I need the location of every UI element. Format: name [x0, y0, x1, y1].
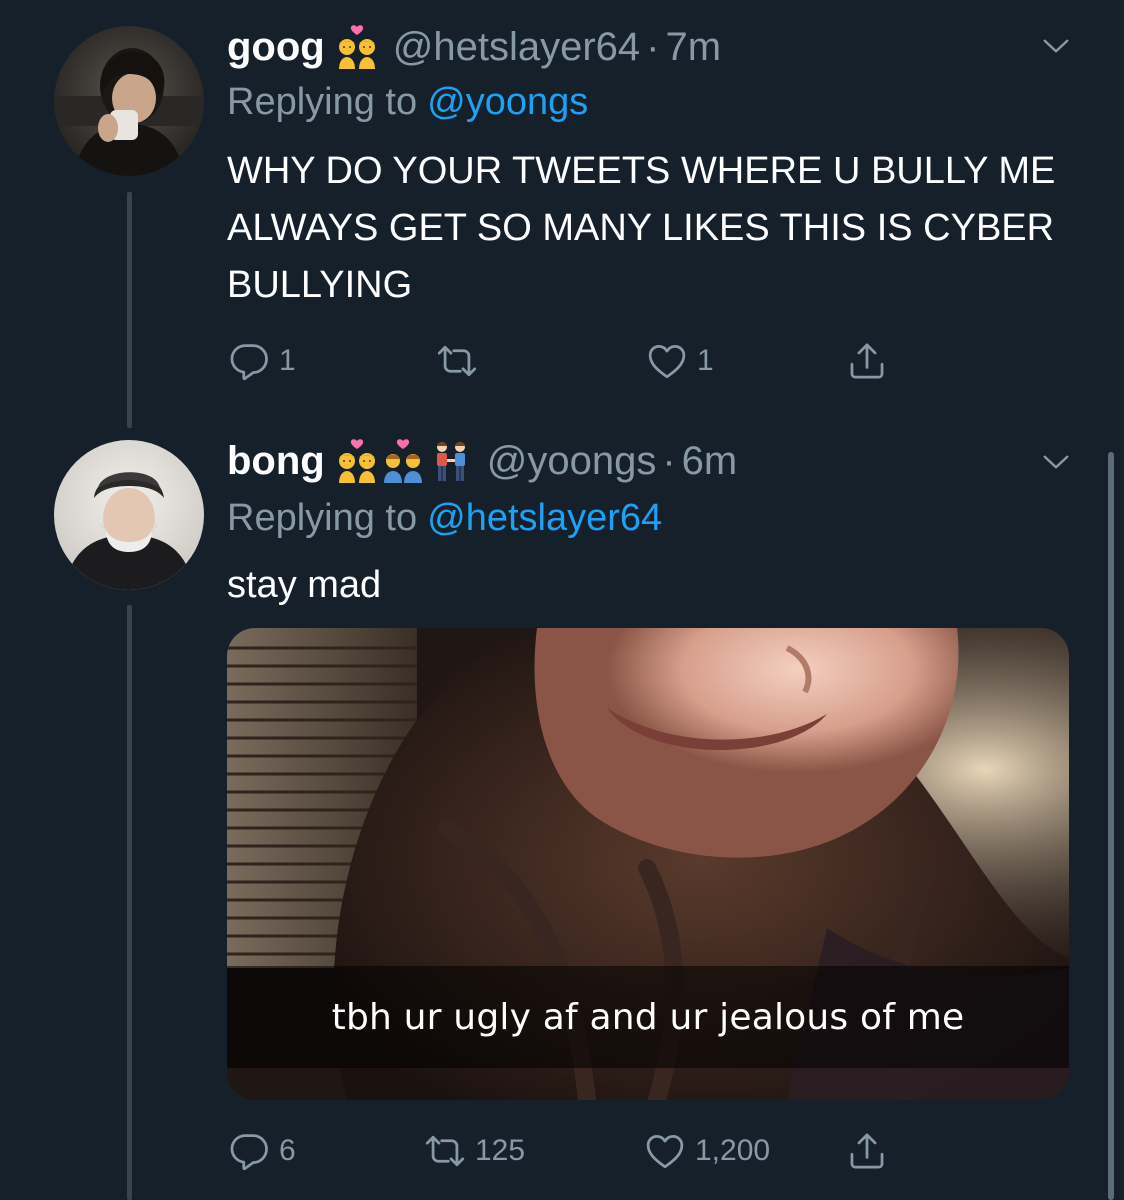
reply-count: 1	[279, 344, 296, 377]
action-bar: 6 125 1,200	[227, 1126, 927, 1176]
tweet-media[interactable]: tbh ur ugly af and ur jealous of me	[227, 628, 1069, 1100]
reply-icon	[227, 1129, 271, 1173]
two-men-holding-hands-emoji	[429, 439, 473, 483]
share-button[interactable]	[845, 1126, 889, 1176]
retweet-icon	[423, 1129, 467, 1173]
replying-to: Replying to @yoongs	[227, 78, 588, 126]
display-name[interactable]: goog	[227, 22, 325, 72]
like-count: 1	[697, 344, 714, 377]
reply-icon	[227, 339, 271, 383]
scrollbar[interactable]	[1108, 452, 1114, 1200]
mention-link[interactable]: @hetslayer64	[427, 497, 662, 539]
retweet-button[interactable]	[435, 336, 487, 386]
separator-dot: ·	[646, 25, 660, 69]
user-handle[interactable]: @yoongs	[487, 436, 657, 486]
display-name[interactable]: bong	[227, 436, 325, 486]
replying-prefix: Replying to	[227, 497, 418, 539]
media-caption-bar: tbh ur ugly af and ur jealous of me	[227, 966, 1069, 1068]
replying-to: Replying to @hetslayer64	[227, 494, 662, 542]
like-count: 1,200	[695, 1134, 771, 1167]
timestamp[interactable]: 7m	[665, 22, 721, 72]
tweet-text: WHY DO YOUR TWEETS WHERE U BULLY ME ALWA…	[227, 150, 1056, 306]
couple-with-heart-woman-woman-emoji	[335, 25, 379, 69]
reply-count: 6	[279, 1134, 296, 1167]
avatar-photo	[54, 26, 204, 176]
retweet-icon	[435, 339, 479, 383]
tweet-text: stay mad	[227, 564, 382, 606]
heart-icon	[643, 1129, 687, 1173]
couple-with-heart-man-man-emoji	[381, 439, 425, 483]
avatar[interactable]	[54, 440, 204, 590]
timestamp[interactable]: 6m	[682, 436, 738, 486]
reply-button[interactable]: 6	[227, 1126, 296, 1176]
action-bar: 1 1	[227, 336, 927, 386]
share-icon	[845, 339, 889, 383]
separator-dot: ·	[662, 439, 676, 483]
retweet-count: 125	[475, 1134, 526, 1167]
chevron-down-icon[interactable]	[1038, 28, 1074, 64]
mention-link[interactable]: @yoongs	[427, 81, 588, 123]
user-handle[interactable]: @hetslayer64	[393, 22, 640, 72]
avatar-photo	[54, 440, 204, 590]
share-icon	[845, 1129, 889, 1173]
share-button[interactable]	[845, 336, 889, 386]
tweet-1[interactable]: goog @hetslayer64 · 7m Replying to @yoong…	[0, 0, 1124, 430]
tweet-header: goog @hetslayer64 · 7m	[227, 22, 721, 72]
replying-prefix: Replying to	[227, 81, 418, 123]
avatar[interactable]	[54, 26, 204, 176]
chevron-down-icon[interactable]	[1038, 444, 1074, 480]
heart-icon	[645, 339, 689, 383]
media-caption: tbh ur ugly af and ur jealous of me	[331, 996, 965, 1038]
retweet-button[interactable]: 125	[423, 1126, 525, 1176]
like-button[interactable]: 1	[645, 336, 714, 386]
reply-button[interactable]: 1	[227, 336, 296, 386]
like-button[interactable]: 1,200	[643, 1126, 770, 1176]
tweet-header: bong @yoongs · 6m	[227, 436, 737, 486]
thread-line-bottom	[127, 605, 132, 1200]
couple-with-heart-woman-woman-emoji	[335, 439, 379, 483]
